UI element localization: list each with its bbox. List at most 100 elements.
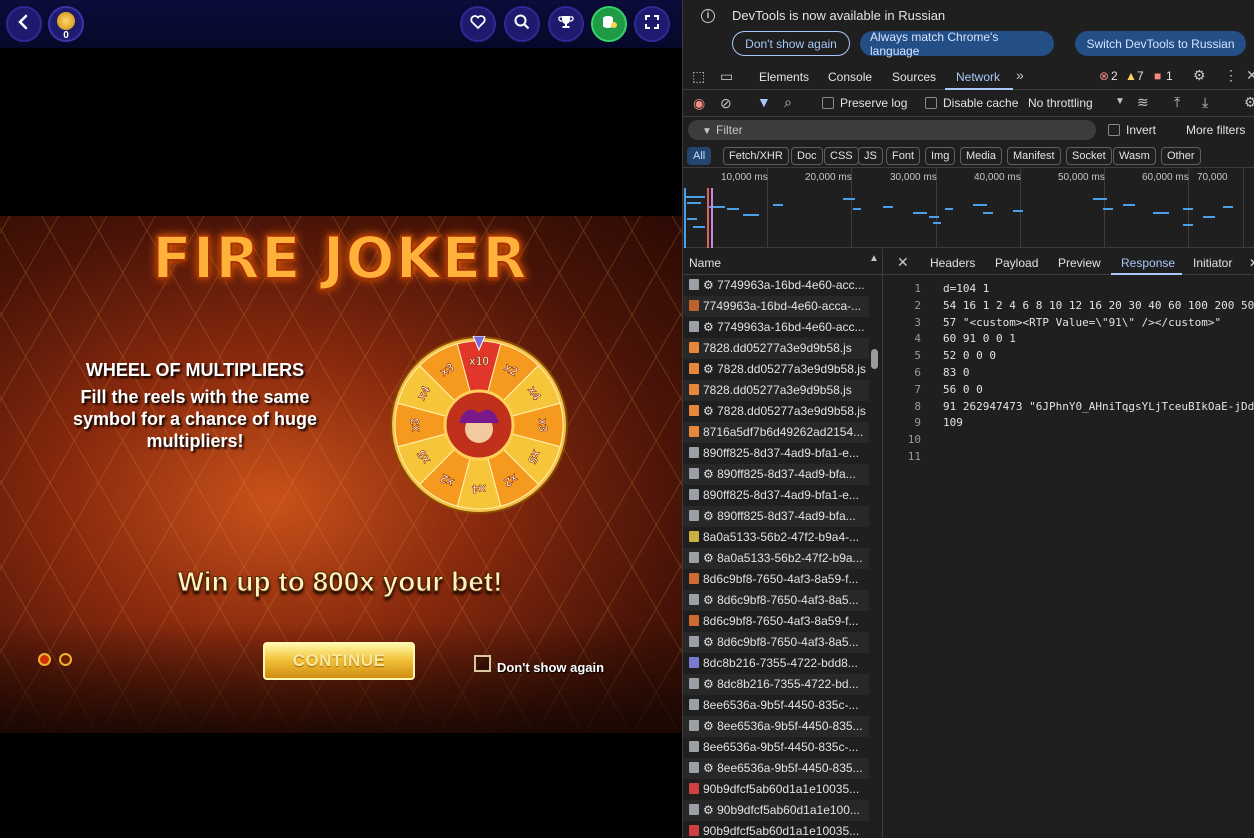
request-row[interactable]: 890ff825-8d37-4ad9-bfa1-e...: [683, 443, 869, 464]
request-row[interactable]: 8d6c9bf8-7650-4af3-8a59-f...: [683, 611, 869, 632]
request-row[interactable]: ⚙ 8d6c9bf8-7650-4af3-8a5...: [683, 632, 869, 653]
import-har-icon[interactable]: ⤒: [1174, 94, 1180, 111]
funnel-icon: ▼: [702, 126, 712, 137]
request-row[interactable]: 8d6c9bf8-7650-4af3-8a59-f...: [683, 569, 869, 590]
tab-payload[interactable]: Payload: [995, 256, 1038, 270]
tab-sources[interactable]: Sources: [892, 70, 936, 84]
request-row[interactable]: ⚙ 7828.dd05277a3e9d9b58.js: [683, 359, 869, 380]
gear-icon[interactable]: ⚙: [1193, 67, 1206, 84]
page-dot-1[interactable]: [38, 653, 51, 666]
tab-console[interactable]: Console: [828, 70, 872, 84]
coin-balance-button[interactable]: 0: [48, 6, 84, 42]
request-row[interactable]: ⚙ 8dc8b216-7355-4722-bd...: [683, 674, 869, 695]
throttling-select[interactable]: No throttling: [1028, 96, 1093, 110]
more-filters-button[interactable]: More filters: [1186, 123, 1245, 137]
type-filter-media[interactable]: Media: [960, 147, 1002, 165]
warning-count-icon[interactable]: ▲: [1125, 69, 1137, 83]
match-language-button[interactable]: Always match Chrome's language: [860, 30, 1054, 58]
request-row[interactable]: 90b9dfcf5ab60d1a1e10035...: [683, 779, 869, 800]
search-button[interactable]: [504, 6, 540, 42]
device-toolbar-icon[interactable]: ▭: [720, 68, 733, 85]
invert-checkbox[interactable]: [1108, 124, 1120, 136]
file-type-icon: [689, 510, 699, 521]
dont-show-again-button[interactable]: Don't show again: [732, 31, 850, 56]
clear-icon[interactable]: ⊘: [720, 95, 732, 112]
request-name: 890ff825-8d37-4ad9-bfa1-e...: [703, 488, 859, 502]
continue-button[interactable]: CONTINUE: [263, 642, 415, 680]
tab-elements[interactable]: Elements: [759, 70, 809, 84]
type-filter-other[interactable]: Other: [1161, 147, 1201, 165]
dont-show-again-toggle[interactable]: Don't show again: [474, 652, 604, 675]
fullscreen-button[interactable]: [634, 6, 670, 42]
dont-show-checkbox[interactable]: [474, 655, 491, 672]
request-row[interactable]: ⚙ 7749963a-16bd-4e60-acc...: [683, 275, 869, 296]
request-row[interactable]: 90b9dfcf5ab60d1a1e10035...: [683, 821, 869, 838]
tab-preview[interactable]: Preview: [1058, 256, 1101, 270]
request-row[interactable]: ⚙ 8a0a5133-56b2-47f2-b9a...: [683, 548, 869, 569]
request-row[interactable]: ⚙ 8ee6536a-9b5f-4450-835...: [683, 716, 869, 737]
tab-initiator[interactable]: Initiator: [1193, 256, 1232, 270]
error-count-icon[interactable]: ⊗: [1099, 69, 1109, 83]
tab-overflow[interactable]: ✕: [1249, 256, 1254, 270]
kebab-menu-icon[interactable]: ⋮: [1224, 67, 1238, 84]
request-row[interactable]: ⚙ 890ff825-8d37-4ad9-bfa...: [683, 464, 869, 485]
type-filter-wasm[interactable]: Wasm: [1113, 147, 1156, 165]
request-row[interactable]: 8a0a5133-56b2-47f2-b9a4-...: [683, 527, 869, 548]
record-icon[interactable]: ◉: [693, 95, 705, 112]
tab-response[interactable]: Response: [1121, 256, 1175, 270]
issues-count-icon[interactable]: ■: [1154, 69, 1161, 83]
tab-network[interactable]: Network: [956, 70, 1000, 84]
type-filter-socket[interactable]: Socket: [1066, 147, 1112, 165]
type-filter-doc[interactable]: Doc: [791, 147, 823, 165]
rewards-button[interactable]: [591, 6, 627, 42]
favorite-button[interactable]: [460, 6, 496, 42]
page-dot-2[interactable]: [59, 653, 73, 666]
request-row[interactable]: 7828.dd05277a3e9d9b58.js: [683, 338, 869, 359]
type-filter-all[interactable]: All: [687, 147, 712, 165]
request-row[interactable]: ⚙ 8d6c9bf8-7650-4af3-8a5...: [683, 590, 869, 611]
timeline-tick-label: 10,000 ms: [721, 172, 768, 183]
close-detail-icon[interactable]: ✕: [897, 254, 909, 271]
type-filter-img[interactable]: Img: [925, 147, 956, 165]
more-tabs-icon[interactable]: »: [1016, 67, 1024, 83]
file-type-icon: [689, 489, 699, 500]
request-row[interactable]: 8ee6536a-9b5f-4450-835c-...: [683, 737, 869, 758]
export-har-icon[interactable]: ⤓: [1202, 94, 1208, 111]
request-row[interactable]: 8716a5df7b6d49262ad2154...: [683, 422, 869, 443]
type-filter-js[interactable]: JS: [858, 147, 883, 165]
trophy-button[interactable]: [548, 6, 584, 42]
file-type-icon: [689, 762, 699, 773]
disable-cache-checkbox[interactable]: [925, 97, 937, 109]
name-column-header[interactable]: Name ▲: [683, 249, 883, 275]
request-row[interactable]: ⚙ 7749963a-16bd-4e60-acc...: [683, 317, 869, 338]
network-conditions-icon[interactable]: ≋: [1137, 94, 1149, 111]
request-row[interactable]: ⚙ 90b9dfcf5ab60d1a1e100...: [683, 800, 869, 821]
request-row[interactable]: 8ee6536a-9b5f-4450-835c-...: [683, 695, 869, 716]
request-row[interactable]: 8dc8b216-7355-4722-bdd8...: [683, 653, 869, 674]
request-row[interactable]: ⚙ 890ff825-8d37-4ad9-bfa...: [683, 506, 869, 527]
network-settings-icon[interactable]: ⚙: [1244, 94, 1254, 111]
search-icon[interactable]: ⌕: [784, 94, 792, 111]
request-row[interactable]: 7749963a-16bd-4e60-acca-...: [683, 296, 869, 317]
request-row[interactable]: 890ff825-8d37-4ad9-bfa1-e...: [683, 485, 869, 506]
chevron-down-icon[interactable]: ▼: [1115, 96, 1125, 107]
close-devtools-icon[interactable]: ✕: [1246, 67, 1254, 84]
type-filter-css[interactable]: CSS: [824, 147, 859, 165]
filter-input[interactable]: ▼ Filter: [688, 120, 1096, 140]
request-row[interactable]: ⚙ 7828.dd05277a3e9d9b58.js: [683, 401, 869, 422]
switch-language-button[interactable]: Switch DevTools to Russian: [1075, 31, 1246, 56]
network-overview-timeline[interactable]: 10,000 ms 20,000 ms 30,000 ms 40,000 ms 50,0…: [683, 168, 1254, 248]
tab-headers[interactable]: Headers: [930, 256, 975, 270]
preserve-log-checkbox[interactable]: [822, 97, 834, 109]
request-name: ⚙ 8a0a5133-56b2-47f2-b9a...: [703, 551, 863, 565]
filter-toggle-icon[interactable]: ▼: [757, 94, 771, 110]
type-filter-font[interactable]: Font: [886, 147, 921, 165]
request-row[interactable]: ⚙ 8ee6536a-9b5f-4450-835...: [683, 758, 869, 779]
back-button[interactable]: [6, 6, 42, 42]
file-type-icon: [689, 552, 699, 563]
request-row[interactable]: 7828.dd05277a3e9d9b58.js: [683, 380, 869, 401]
type-filter-fetchxhr[interactable]: Fetch/XHR: [723, 147, 789, 165]
type-filter-manifest[interactable]: Manifest: [1007, 147, 1061, 165]
request-list-scrollbar[interactable]: [871, 349, 878, 369]
inspect-element-icon[interactable]: ⬚: [692, 68, 705, 85]
